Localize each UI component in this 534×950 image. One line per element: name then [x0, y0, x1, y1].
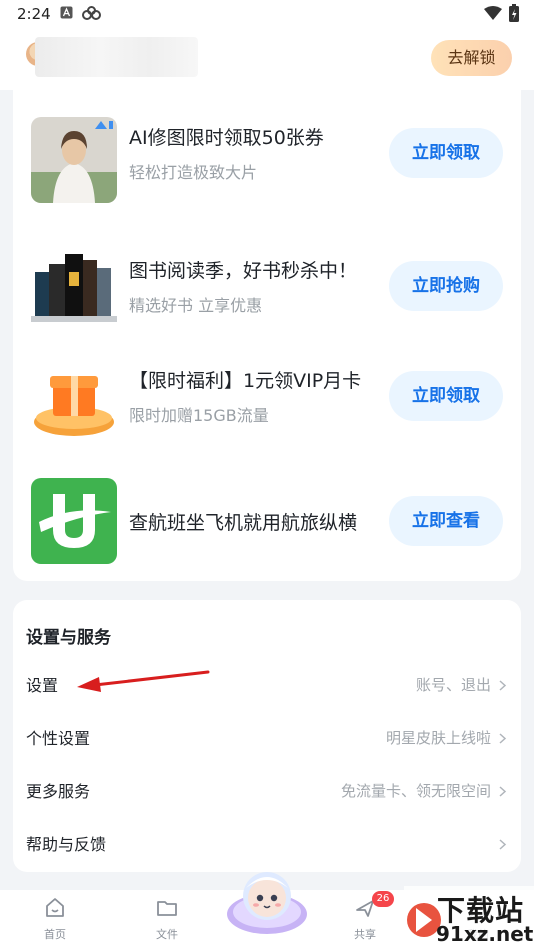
claim-button[interactable]: 立即领取 — [389, 371, 503, 421]
gift-box-icon — [31, 360, 117, 446]
nav-label: 文件 — [156, 928, 178, 941]
bride-photo-icon — [31, 117, 117, 203]
nav-home[interactable]: 首页 — [20, 890, 90, 950]
red-arrow-annotation — [77, 670, 210, 692]
buy-button[interactable]: 立即抢购 — [389, 261, 503, 311]
personalization-row[interactable]: 个性设置 明星皮肤上线啦 — [13, 712, 521, 765]
promo-subtitle: 精选好书 立享优惠 — [129, 296, 263, 315]
unlock-button[interactable]: 去解锁 — [431, 40, 512, 76]
home-icon — [46, 898, 64, 917]
watermark-url: 91xz.net — [436, 922, 534, 946]
hanglv-logo-icon — [31, 478, 117, 564]
settings-row-value: 账号、退出 — [415, 676, 491, 694]
chevron-right-icon — [499, 839, 507, 850]
books-thumbnail — [31, 250, 117, 336]
promo-title: 图书阅读季，好书秒杀中！ — [129, 260, 358, 282]
promo-row-flights[interactable]: 查航班坐飞机就用航旅纵横 立即查看 — [13, 478, 521, 578]
settings-row-value: 明星皮肤上线啦 — [385, 729, 491, 747]
settings-row-label: 设置 — [26, 676, 59, 695]
claim-button[interactable]: 立即领取 — [389, 128, 503, 178]
promo-row-ai-retouch[interactable]: AI修图限时领取50张券 轻松打造极致大片 立即领取 — [13, 117, 521, 217]
nav-files[interactable]: 文件 — [132, 890, 202, 950]
promo-title: 查航班坐飞机就用航旅纵横 — [129, 512, 358, 534]
promo-row-vip[interactable]: 【限时福利】1元领VIP月卡 限时加赠15GB流量 立即领取 — [13, 360, 521, 460]
chevron-right-icon — [499, 786, 507, 797]
vip-gift-thumbnail — [31, 360, 117, 446]
nav-label: 共享 — [354, 928, 376, 941]
chevron-right-icon — [499, 680, 507, 691]
nav-label: 首页 — [44, 928, 66, 941]
share-count-badge: 26 — [372, 891, 394, 907]
view-button[interactable]: 立即查看 — [389, 496, 503, 546]
promo-title: 【限时福利】1元领VIP月卡 — [129, 370, 362, 392]
settings-row-label: 帮助与反馈 — [26, 835, 107, 854]
promo-card: AI修图限时领取50张券 轻松打造极致大片 立即领取 图书阅读季，好书秒杀中！ … — [13, 78, 521, 581]
more-services-row[interactable]: 更多服务 免流量卡、领无限空间 — [13, 765, 521, 818]
help-feedback-row[interactable]: 帮助与反馈 — [13, 818, 521, 871]
flight-app-thumbnail — [31, 478, 117, 564]
wifi-icon — [484, 6, 502, 20]
books-icon — [31, 250, 117, 336]
mascot-icon[interactable] — [226, 866, 308, 936]
settings-row-label: 更多服务 — [26, 782, 91, 801]
status-time: 2:24 — [17, 5, 51, 23]
promo-subtitle: 限时加赠15GB流量 — [129, 406, 269, 425]
chevron-right-icon — [499, 733, 507, 744]
settings-row-label: 个性设置 — [26, 729, 91, 748]
promo-subtitle: 轻松打造极致大片 — [129, 163, 258, 182]
folder-icon — [157, 901, 177, 916]
promo-row-books[interactable]: 图书阅读季，好书秒杀中！ 精选好书 立享优惠 立即抢购 — [13, 250, 521, 350]
status-bar: 2:24 — [0, 0, 534, 28]
settings-card: 设置与服务 设置 账号、退出 个性设置 明星皮肤上线啦 更多服务 免流量卡、领无… — [13, 600, 521, 872]
ai-retouch-thumbnail — [31, 117, 117, 203]
notification-a-icon — [60, 6, 73, 19]
username-blurred — [35, 37, 198, 77]
cloud-link-icon — [82, 6, 101, 20]
section-title: 设置与服务 — [26, 628, 111, 648]
battery-icon — [509, 4, 519, 22]
settings-row-value: 免流量卡、领无限空间 — [340, 782, 491, 800]
promo-title: AI修图限时领取50张券 — [129, 127, 324, 149]
